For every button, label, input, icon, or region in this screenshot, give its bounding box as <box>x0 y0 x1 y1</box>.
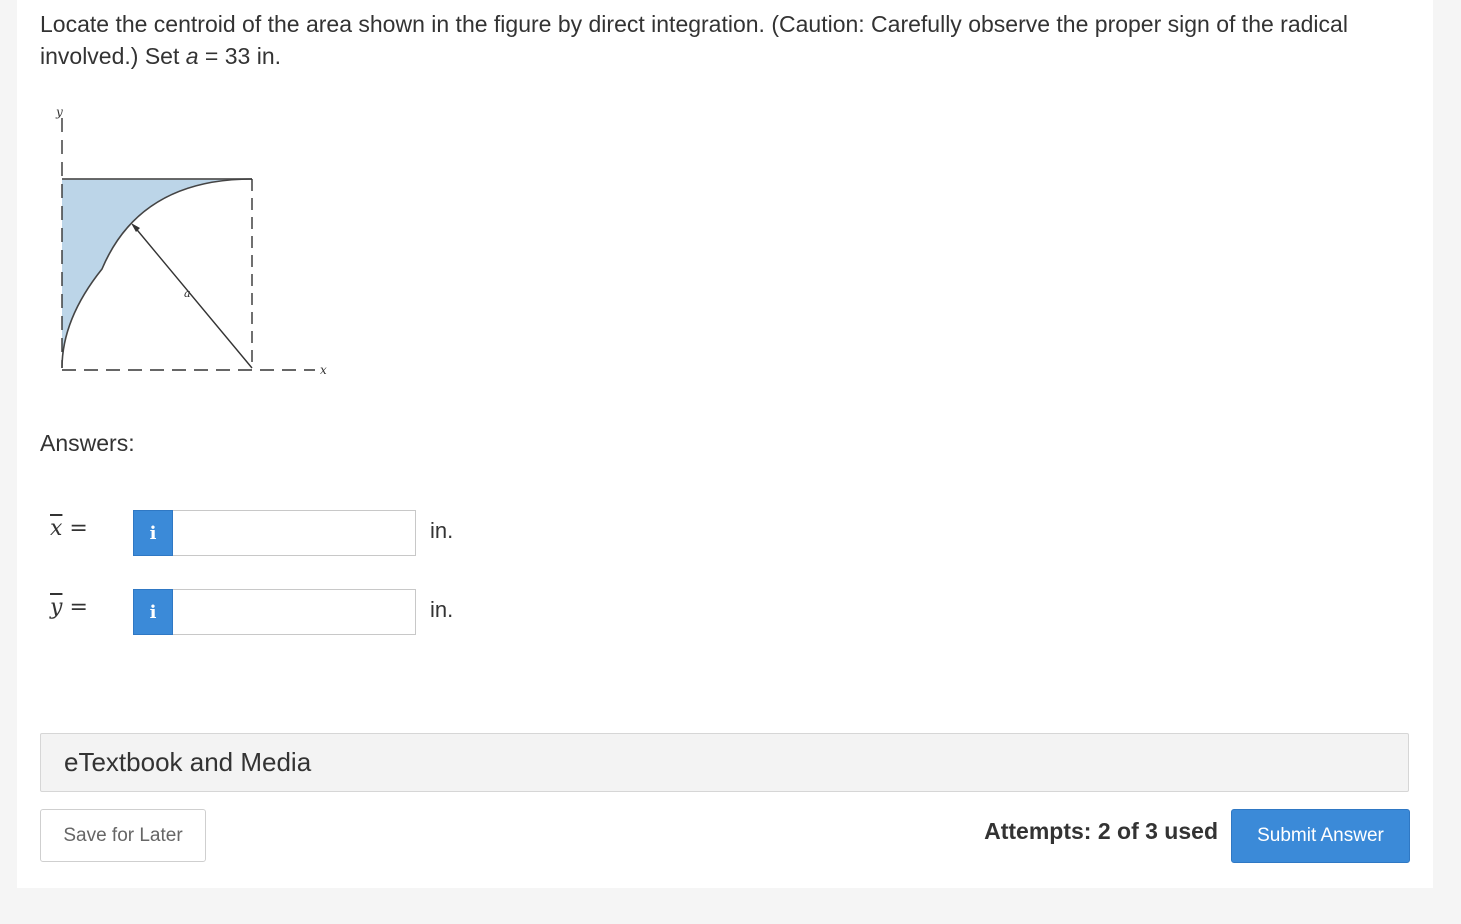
ybar-label: y = <box>50 595 88 620</box>
save-for-later-button[interactable]: Save for Later <box>40 809 206 862</box>
question-text: Locate the centroid of the area shown in… <box>40 8 1420 72</box>
answers-heading: Answers: <box>40 430 135 456</box>
problem-figure: y x a <box>40 104 340 389</box>
ybar-input[interactable] <box>173 589 416 635</box>
attempts-status: Attempts: 2 of 3 used <box>984 818 1218 844</box>
radius-line <box>132 224 253 369</box>
ybar-unit: in. <box>430 597 454 622</box>
figure-diagram: y x a <box>55 105 327 377</box>
question-variable: a <box>185 43 199 69</box>
x-axis-label: x <box>320 363 327 377</box>
info-icon[interactable]: i <box>133 510 173 556</box>
xbar-input[interactable] <box>173 510 416 556</box>
submit-answer-button[interactable]: Submit Answer <box>1231 809 1410 863</box>
radius-label: a <box>184 287 191 300</box>
xbar-label: x = <box>50 516 88 541</box>
xbar-unit: in. <box>430 518 454 543</box>
question-text-after: = 33 in. <box>198 43 282 69</box>
info-icon[interactable]: i <box>133 589 173 635</box>
shaded-area <box>62 179 252 368</box>
etextbook-media-panel[interactable]: eTextbook and Media <box>40 733 1409 792</box>
y-axis-label: y <box>55 105 63 119</box>
radius-arrowhead <box>131 223 140 232</box>
